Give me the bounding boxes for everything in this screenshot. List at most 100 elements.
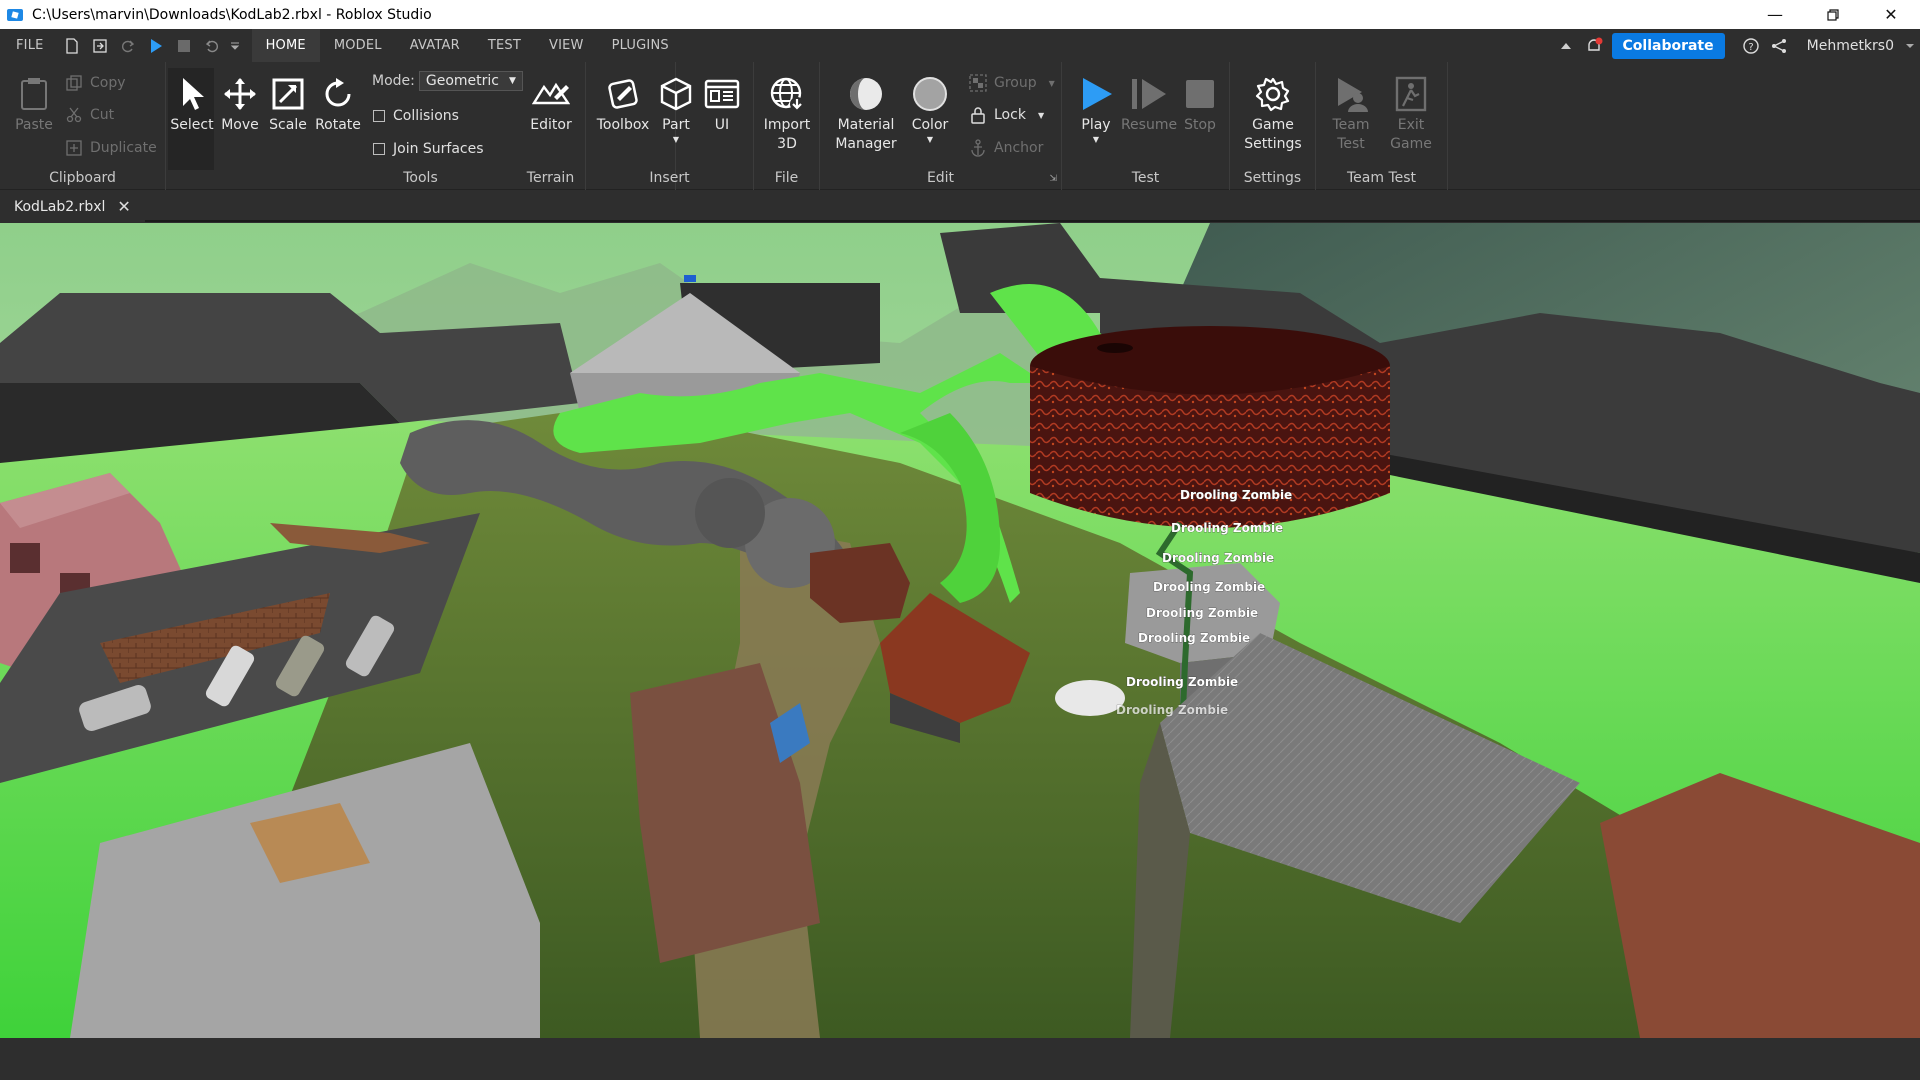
group-button[interactable]: Group ▼ (968, 73, 1055, 93)
collisions-label: Collisions (393, 108, 459, 124)
color-swatch-icon (910, 74, 950, 114)
publish-icon[interactable] (86, 29, 114, 62)
npc-label[interactable]: Drooling Zombie (1138, 631, 1251, 646)
copy-label: Copy (90, 75, 126, 91)
undo-icon[interactable] (198, 29, 226, 62)
play-button[interactable]: Play ▼ (1074, 74, 1118, 145)
duplicate-icon (64, 138, 84, 158)
play-dropdown-icon[interactable]: ▼ (1093, 135, 1099, 145)
part-dropdown-icon[interactable]: ▼ (673, 135, 679, 145)
color-dropdown-icon[interactable]: ▼ (927, 135, 933, 145)
collaborate-button[interactable]: Collaborate (1611, 32, 1725, 59)
npc-label[interactable]: Drooling Zombie (1126, 675, 1239, 690)
viewport-scene[interactable]: Drooling Zombie Drooling Zombie Drooling… (0, 223, 1920, 1038)
clipboard-group-label: Clipboard (49, 170, 116, 186)
material-manager-button[interactable]: Material Manager (834, 74, 898, 154)
cut-icon (64, 105, 84, 125)
terrain-editor-label: Editor (530, 117, 572, 133)
move-button[interactable]: Move (218, 74, 262, 135)
tab-view[interactable]: VIEW (535, 29, 598, 62)
cut-button[interactable]: Cut (64, 105, 114, 125)
play-icon (1076, 74, 1116, 114)
paste-button[interactable]: Paste (12, 74, 56, 135)
ribbon: Paste Copy Cut Duplicate Clipboard Selec… (0, 62, 1920, 190)
collisions-toggle[interactable]: Collisions (373, 108, 459, 124)
close-window-icon[interactable]: ✕ (1862, 0, 1920, 29)
collisions-checkbox[interactable] (373, 110, 385, 122)
3d-viewport[interactable]: Drooling Zombie Drooling Zombie Drooling… (0, 223, 1920, 1038)
lock-dropdown-icon[interactable]: ▼ (1038, 111, 1044, 120)
help-icon[interactable]: ? (1737, 29, 1765, 62)
group-dropdown-icon[interactable]: ▼ (1049, 79, 1055, 88)
duplicate-label: Duplicate (90, 140, 157, 156)
collapse-ribbon-icon[interactable] (1552, 29, 1580, 62)
duplicate-button[interactable]: Duplicate (64, 138, 157, 158)
team-test-group: Team Test Exit Game Team Test (1316, 62, 1448, 190)
part-cube-icon (656, 74, 696, 114)
import-3d-button[interactable]: Import 3D (764, 74, 810, 154)
user-name[interactable]: Mehmetkrs0 (1807, 38, 1894, 54)
resume-label: Resume (1120, 117, 1178, 133)
new-file-icon[interactable] (58, 29, 86, 62)
notifications-bell-icon[interactable] (1580, 29, 1608, 62)
edit-group-label: Edit (926, 170, 955, 186)
rotate-button[interactable]: Rotate (314, 74, 362, 135)
terrain-group-box: Editor Terrain (516, 62, 586, 190)
insert-group: Toolbox Part ▼ UI Insert (586, 62, 754, 190)
toolbox-button[interactable]: Toolbox (596, 74, 650, 135)
color-label: Color (911, 117, 949, 133)
color-button[interactable]: Color ▼ (908, 74, 952, 145)
tab-model[interactable]: MODEL (320, 29, 396, 62)
tab-avatar[interactable]: AVATAR (396, 29, 474, 62)
rotate-icon (318, 74, 358, 114)
minimize-icon[interactable]: — (1746, 0, 1804, 29)
material-manager-icon (846, 74, 886, 114)
tab-home[interactable]: HOME (251, 29, 320, 62)
join-surfaces-toggle[interactable]: Join Surfaces (373, 141, 484, 157)
move-arrows-icon (220, 74, 260, 114)
ui-button[interactable]: UI (700, 74, 744, 135)
tab-test[interactable]: TEST (474, 29, 535, 62)
team-test-button[interactable]: Team Test (1326, 74, 1376, 154)
anchor-button[interactable]: Anchor (968, 138, 1043, 158)
document-tab-label: KodLab2.rbxl (14, 198, 106, 215)
quick-stop-icon[interactable] (170, 29, 198, 62)
npc-label[interactable]: Drooling Zombie (1180, 488, 1293, 503)
restore-icon[interactable] (1804, 0, 1862, 29)
resume-button[interactable]: Resume (1120, 74, 1178, 135)
npc-label[interactable]: Drooling Zombie (1116, 703, 1229, 718)
tab-plugins[interactable]: PLUGINS (598, 29, 683, 62)
material-manager-label-line1: Material (837, 117, 895, 133)
share-icon[interactable] (1765, 29, 1793, 62)
part-button[interactable]: Part ▼ (654, 74, 698, 145)
document-tab[interactable]: KodLab2.rbxl ✕ (0, 191, 145, 222)
copy-button[interactable]: Copy (64, 73, 126, 93)
menu-file[interactable]: FILE (0, 29, 58, 62)
close-tab-icon[interactable]: ✕ (117, 197, 130, 216)
npc-label[interactable]: Drooling Zombie (1146, 606, 1259, 621)
join-surfaces-checkbox[interactable] (373, 143, 385, 155)
redo-icon[interactable] (114, 29, 142, 62)
test-group: Play ▼ Resume Stop Test (1062, 62, 1230, 190)
npc-label[interactable]: Drooling Zombie (1171, 521, 1284, 536)
terrain-editor-button[interactable]: Editor (529, 74, 573, 135)
mode-select[interactable]: Geometric ▼ (418, 71, 523, 91)
quick-play-icon[interactable] (142, 29, 170, 62)
scale-button[interactable]: Scale (266, 74, 310, 135)
exit-game-label-line2: Game (1390, 136, 1432, 152)
menu-bar: FILE HOME MODEL AVATAR TEST VIEW PLUGINS (0, 29, 1920, 62)
quick-access-dropdown-icon[interactable] (226, 29, 244, 62)
game-settings-button[interactable]: Game Settings (1244, 74, 1302, 154)
game-settings-label-line1: Game (1252, 117, 1294, 133)
lock-button[interactable]: Lock ▼ (968, 105, 1044, 125)
select-button[interactable]: Select (170, 74, 214, 135)
bottom-status-area (0, 1038, 1920, 1080)
user-menu-chevron-icon[interactable] (1900, 29, 1920, 62)
pink-building-window (10, 543, 40, 573)
stop-button[interactable]: Stop (1178, 74, 1222, 135)
exit-game-button[interactable]: Exit Game (1386, 74, 1436, 154)
npc-label[interactable]: Drooling Zombie (1162, 551, 1275, 566)
npc-label[interactable]: Drooling Zombie (1153, 580, 1266, 595)
lock-icon (968, 105, 988, 125)
edit-settings-expander-icon[interactable]: ⇲ (1049, 174, 1057, 184)
